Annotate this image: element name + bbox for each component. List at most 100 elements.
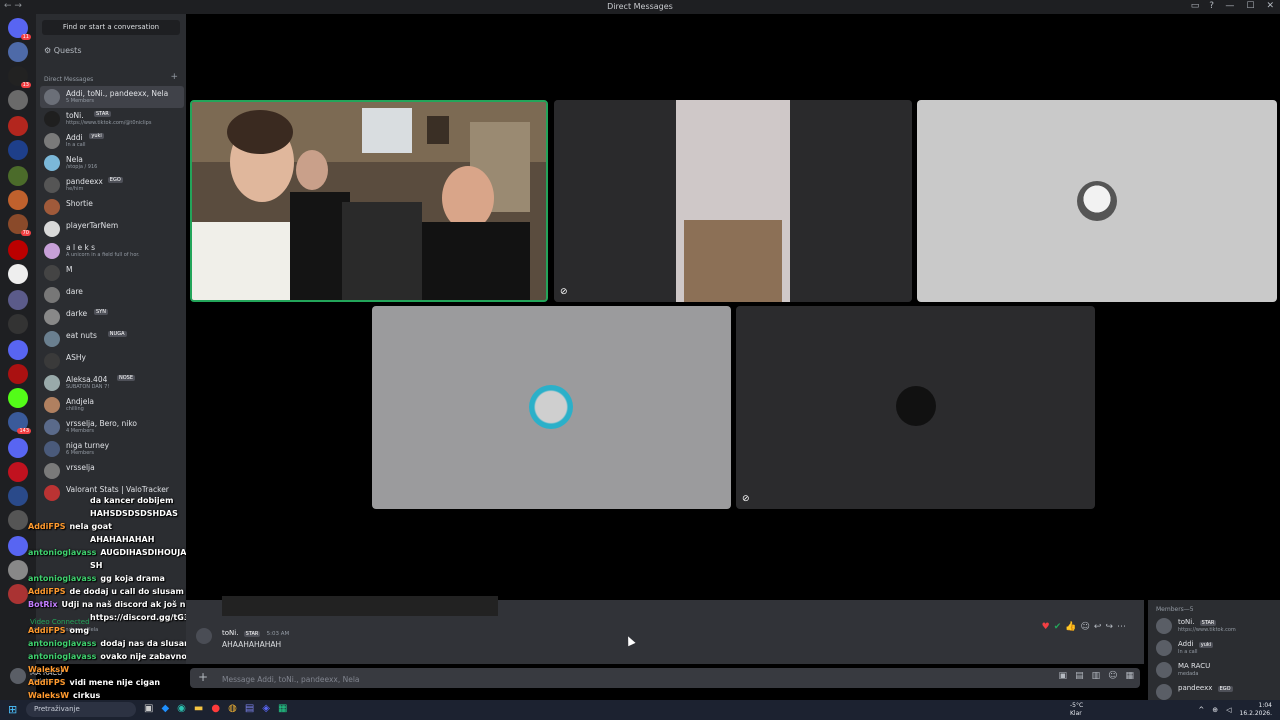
chat-username: antonioglavass (28, 652, 97, 661)
file-explorer-icon[interactable]: ▬ (194, 703, 203, 714)
discord-icon[interactable]: ◈ (262, 703, 270, 714)
participant-tile[interactable]: ⊘ (736, 306, 1095, 509)
dm-item[interactable]: vrsselja (40, 460, 184, 482)
clock[interactable]: 1:04 16.2.2026. (1240, 702, 1272, 718)
network-icon[interactable]: ⊕ (1212, 706, 1218, 714)
avatar (44, 221, 60, 237)
dm-item[interactable]: M (40, 262, 184, 284)
dm-item[interactable]: pandeexx EGO he/him (40, 174, 184, 196)
video-tile[interactable]: ⊘ (554, 100, 912, 302)
server-icon[interactable] (8, 536, 28, 556)
avatar[interactable] (10, 668, 26, 684)
server-icon[interactable] (8, 166, 28, 186)
edge-icon[interactable]: ◉ (177, 703, 186, 714)
maximize-button[interactable]: ☐ (1246, 1, 1254, 11)
server-icon[interactable] (8, 388, 28, 408)
add-reaction-icon[interactable]: ☺ (1081, 622, 1090, 632)
server-icon[interactable] (8, 140, 28, 160)
video-tile[interactable] (190, 100, 548, 302)
server-icon[interactable] (8, 486, 28, 506)
server-icon[interactable] (8, 314, 28, 334)
task-view-icon[interactable]: ▣ (144, 703, 153, 714)
dm-item[interactable]: Andjela chilling (40, 394, 184, 416)
minimize-button[interactable]: — (1225, 1, 1234, 11)
windows-start-icon[interactable]: ⊞ (8, 703, 17, 716)
gif-icon[interactable]: ▤ (1075, 671, 1084, 681)
tray-chevron-icon[interactable]: ^ (1198, 706, 1204, 714)
dm-item[interactable]: dare (40, 284, 184, 306)
quests-link[interactable]: ⚙ Quests (44, 46, 81, 55)
home-button[interactable]: 11 (8, 18, 31, 40)
volume-icon[interactable]: ◁ (1226, 706, 1231, 714)
emoji-icon[interactable]: ☺ (1108, 671, 1117, 681)
dm-item[interactable]: Nela/stopja / 916 (40, 152, 184, 174)
forward-icon[interactable]: ↪ (1105, 622, 1113, 632)
avatar (44, 133, 60, 149)
check-reaction-icon[interactable]: ✔ (1054, 622, 1062, 632)
dm-item[interactable]: eat nuts NUGA (40, 328, 184, 350)
dm-item[interactable]: Addi yuki In a call (40, 130, 184, 152)
gift-icon[interactable]: ▣ (1059, 671, 1068, 681)
server-icon[interactable] (8, 364, 28, 384)
opera-icon[interactable]: ● (211, 703, 220, 714)
help-icon[interactable]: ? (1209, 1, 1214, 11)
server-icon[interactable]: 70 (8, 214, 31, 236)
message-author[interactable]: toNi. STAR 5:03 AM (222, 629, 289, 637)
dm-name: dare (66, 287, 83, 296)
close-button[interactable]: ✕ (1266, 1, 1274, 11)
dm-item[interactable]: vrsselja, Bero, niko 4 Members (40, 416, 184, 438)
app-icon[interactable]: ▦ (278, 703, 287, 714)
member-item[interactable]: toNi. STAR https://www.tiktok.com (1156, 616, 1276, 636)
server-icon[interactable] (8, 42, 28, 62)
server-icon[interactable] (8, 290, 28, 310)
thumbs-up-icon[interactable]: 👍 (1065, 622, 1076, 632)
participant-tile[interactable] (372, 306, 731, 509)
server-icon[interactable]: 13 (8, 66, 31, 88)
participant-tile[interactable] (917, 100, 1277, 302)
member-item[interactable]: Addi yuki In a call (1156, 638, 1276, 658)
find-conversation-button[interactable]: Find or start a conversation (42, 20, 180, 35)
dm-item[interactable]: toNi. STAR https://www.tiktok.com/@t0nicli… (40, 108, 184, 130)
server-icon[interactable] (8, 90, 28, 110)
server-icon[interactable] (8, 190, 28, 210)
server-icon[interactable]: 143 (8, 412, 31, 434)
server-icon[interactable] (8, 438, 28, 458)
member-item[interactable]: pandeexx EGO (1156, 682, 1276, 702)
server-icon[interactable] (8, 560, 28, 580)
dm-item[interactable]: Addi, toNi., pandeexx, Nela 5 Members (40, 86, 184, 108)
server-icon[interactable] (8, 510, 28, 530)
more-icon[interactable]: ⋯ (1117, 622, 1126, 632)
server-icon[interactable] (8, 584, 28, 604)
sticker-icon[interactable]: ▥ (1092, 671, 1101, 681)
server-icon[interactable] (8, 116, 28, 136)
server-icon[interactable] (8, 462, 28, 482)
media-attachment[interactable] (222, 596, 498, 616)
dm-item[interactable]: Shortie (40, 196, 184, 218)
add-attachment-icon[interactable]: + (198, 670, 208, 684)
inbox-icon[interactable]: ▭ (1191, 1, 1200, 11)
server-icon[interactable] (8, 264, 28, 284)
dm-item[interactable]: Aleksa.404 NOSE SUBATON DAN 7! (40, 372, 184, 394)
avatar[interactable] (196, 628, 212, 644)
weather-widget[interactable]: -5°C Klar (1070, 702, 1083, 718)
member-item[interactable]: MA RACU medada (1156, 660, 1276, 680)
reply-icon[interactable]: ↩ (1094, 622, 1102, 632)
dm-item[interactable]: ASHy (40, 350, 184, 372)
heart-reaction-icon[interactable]: ♥ (1042, 622, 1050, 632)
dm-item[interactable]: playerTarNem (40, 218, 184, 240)
server-icon[interactable] (8, 340, 28, 360)
chat-username: antonioglavass (28, 548, 97, 557)
outlook-icon[interactable]: ◆ (161, 703, 169, 714)
teams-icon[interactable]: ▤ (245, 703, 254, 714)
taskbar-search[interactable]: Pretraživanje (26, 702, 136, 717)
dm-item[interactable]: niga turney 6 Members (40, 438, 184, 460)
chrome-icon[interactable]: ◍ (228, 703, 237, 714)
chat-username: AddiFPS (28, 587, 66, 596)
server-icon[interactable] (8, 240, 28, 260)
dm-item[interactable]: a l e k sA unicorn in a field full of ho… (40, 240, 184, 262)
dm-status: 5 Members (66, 98, 94, 104)
message-input[interactable] (220, 671, 824, 687)
dm-item[interactable]: darke SYN (40, 306, 184, 328)
apps-icon[interactable]: ▦ (1125, 671, 1134, 681)
create-dm-icon[interactable]: + (170, 72, 178, 82)
